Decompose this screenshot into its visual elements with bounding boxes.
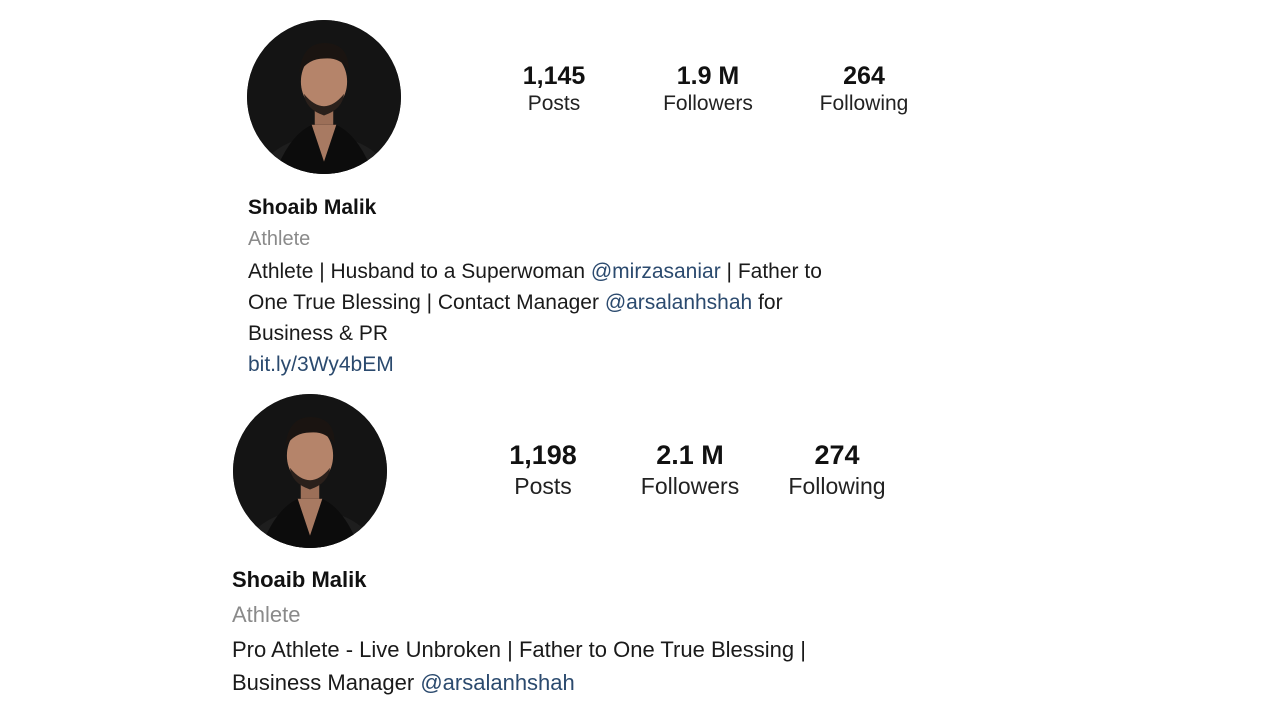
profile-bio: Athlete | Husband to a Superwoman @mirza…	[248, 256, 822, 380]
profile-photo-icon	[247, 20, 401, 174]
bio-text: Business Manager	[232, 670, 421, 695]
avatar[interactable]	[247, 20, 401, 174]
followers-label: Followers	[640, 473, 740, 499]
followers-count: 1.9 M	[676, 62, 740, 90]
profile-bio: Pro Athlete - Live Unbroken | Father to …	[232, 633, 806, 699]
posts-count: 1,198	[509, 440, 577, 470]
profile-name: Shoaib Malik	[232, 567, 367, 592]
posts-count: 1,145	[522, 62, 586, 90]
bio-line-1: Pro Athlete - Live Unbroken | Father to …	[232, 637, 806, 662]
bio-line-3: Business & PR	[248, 322, 389, 345]
bio-line-2: Business Manager @arsalanhshah	[232, 666, 806, 699]
posts-label: Posts	[527, 92, 581, 115]
bio-text: One True Blessing | Contact Manager	[248, 291, 605, 314]
bio-text: Athlete | Husband to a Superwoman	[248, 260, 591, 283]
profile-name: Shoaib Malik	[248, 196, 377, 219]
posts-stat[interactable]: 1,145 Posts	[484, 61, 624, 117]
profile-photo-icon	[233, 394, 387, 548]
bio-line-1: Athlete | Husband to a Superwoman @mirza…	[248, 256, 822, 287]
following-label: Following	[819, 92, 909, 115]
mention-link[interactable]: @arsalanhshah	[420, 670, 574, 695]
following-stat[interactable]: 264 Following	[794, 61, 934, 117]
following-stat[interactable]: 274 Following	[767, 439, 907, 501]
posts-stat[interactable]: 1,198 Posts	[473, 439, 613, 501]
mention-link[interactable]: @mirzasaniar	[591, 260, 721, 283]
bio-text: | Father to	[720, 260, 822, 283]
mention-link[interactable]: @arsalanhshah	[605, 291, 752, 314]
following-count: 274	[814, 440, 860, 470]
avatar[interactable]	[233, 394, 387, 548]
posts-label: Posts	[514, 473, 572, 499]
profile-website-link[interactable]: bit.ly/3Wy4bEM	[248, 349, 822, 380]
profile-category: Athlete	[248, 228, 311, 250]
followers-count: 2.1 M	[656, 440, 724, 470]
followers-stat[interactable]: 1.9 M Followers	[638, 61, 778, 117]
followers-label: Followers	[663, 92, 753, 115]
bio-text: for	[752, 291, 783, 314]
bio-line-2: One True Blessing | Contact Manager @ars…	[248, 287, 822, 318]
following-label: Following	[788, 473, 886, 499]
profile-category: Athlete	[232, 602, 301, 627]
following-count: 264	[843, 62, 885, 90]
followers-stat[interactable]: 2.1 M Followers	[620, 439, 760, 501]
